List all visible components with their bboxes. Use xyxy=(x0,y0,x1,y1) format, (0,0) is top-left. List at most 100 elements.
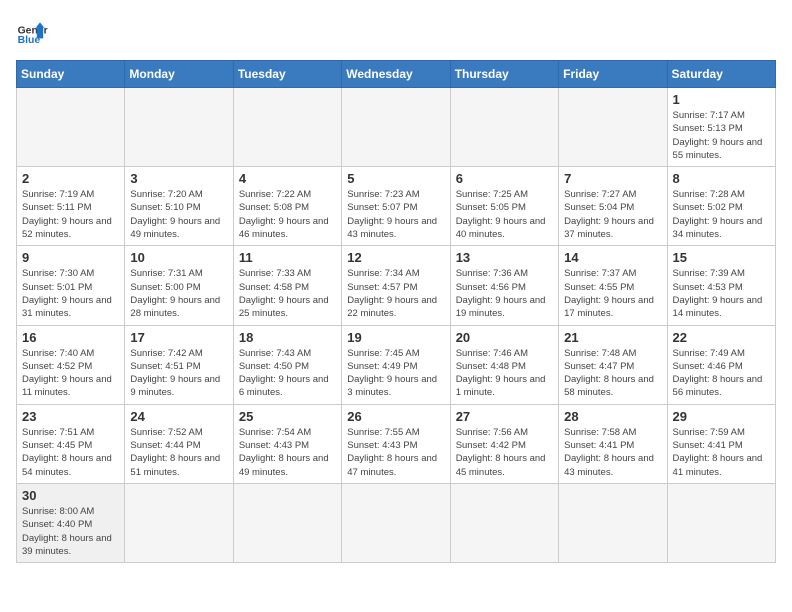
day-number: 10 xyxy=(130,250,227,265)
day-number: 25 xyxy=(239,409,336,424)
day-info: Sunrise: 7:39 AM Sunset: 4:53 PM Dayligh… xyxy=(673,267,770,320)
calendar-cell xyxy=(233,88,341,167)
calendar-cell xyxy=(342,483,450,562)
day-info: Sunrise: 7:25 AM Sunset: 5:05 PM Dayligh… xyxy=(456,188,553,241)
weekday-header-friday: Friday xyxy=(559,61,667,88)
day-info: Sunrise: 7:22 AM Sunset: 5:08 PM Dayligh… xyxy=(239,188,336,241)
day-info: Sunrise: 7:59 AM Sunset: 4:41 PM Dayligh… xyxy=(673,426,770,479)
day-number: 6 xyxy=(456,171,553,186)
calendar-cell: 16 Sunrise: 7:40 AM Sunset: 4:52 PM Dayli… xyxy=(17,325,125,404)
calendar-cell xyxy=(233,483,341,562)
day-info: Sunrise: 7:40 AM Sunset: 4:52 PM Dayligh… xyxy=(22,347,119,400)
calendar-cell: 22Sunrise: 7:49 AM Sunset: 4:46 PM Dayli… xyxy=(667,325,775,404)
calendar-cell: 2Sunrise: 7:19 AM Sunset: 5:11 PM Daylig… xyxy=(17,167,125,246)
day-info: Sunrise: 7:58 AM Sunset: 4:41 PM Dayligh… xyxy=(564,426,661,479)
day-info: Sunrise: 7:36 AM Sunset: 4:56 PM Dayligh… xyxy=(456,267,553,320)
day-number: 20 xyxy=(456,330,553,345)
day-info: Sunrise: 7:46 AM Sunset: 4:48 PM Dayligh… xyxy=(456,347,553,400)
calendar-week-6: 30 Sunrise: 8:00 AM Sunset: 4:40 PM Dayli… xyxy=(17,483,776,562)
calendar-week-1: 1 Sunrise: 7:17 AM Sunset: 5:13 PM Daylig… xyxy=(17,88,776,167)
day-number: 26 xyxy=(347,409,444,424)
day-info: Sunrise: 7:43 AM Sunset: 4:50 PM Dayligh… xyxy=(239,347,336,400)
day-info: Sunrise: 7:23 AM Sunset: 5:07 PM Dayligh… xyxy=(347,188,444,241)
calendar-cell xyxy=(559,483,667,562)
weekday-header-saturday: Saturday xyxy=(667,61,775,88)
calendar-cell: 21 Sunrise: 7:48 AM Sunset: 4:47 PM Dayli… xyxy=(559,325,667,404)
weekday-header-row: SundayMondayTuesdayWednesdayThursdayFrid… xyxy=(17,61,776,88)
calendar-cell: 19 Sunrise: 7:45 AM Sunset: 4:49 PM Dayli… xyxy=(342,325,450,404)
calendar-cell: 14 Sunrise: 7:37 AM Sunset: 4:55 PM Dayli… xyxy=(559,246,667,325)
day-info: Sunrise: 7:51 AM Sunset: 4:45 PM Dayligh… xyxy=(22,426,119,479)
weekday-header-tuesday: Tuesday xyxy=(233,61,341,88)
calendar-week-2: 2Sunrise: 7:19 AM Sunset: 5:11 PM Daylig… xyxy=(17,167,776,246)
calendar-cell xyxy=(450,483,558,562)
calendar-cell: 27 Sunrise: 7:56 AM Sunset: 4:42 PM Dayli… xyxy=(450,404,558,483)
day-number: 15 xyxy=(673,250,770,265)
day-info: Sunrise: 7:27 AM Sunset: 5:04 PM Dayligh… xyxy=(564,188,661,241)
calendar-cell: 29 Sunrise: 7:59 AM Sunset: 4:41 PM Dayli… xyxy=(667,404,775,483)
calendar-cell: 8Sunrise: 7:28 AM Sunset: 5:02 PM Daylig… xyxy=(667,167,775,246)
day-number: 3 xyxy=(130,171,227,186)
day-number: 18 xyxy=(239,330,336,345)
day-number: 28 xyxy=(564,409,661,424)
calendar-cell: 25 Sunrise: 7:54 AM Sunset: 4:43 PM Dayli… xyxy=(233,404,341,483)
day-number: 23 xyxy=(22,409,119,424)
calendar-cell: 9Sunrise: 7:30 AM Sunset: 5:01 PM Daylig… xyxy=(17,246,125,325)
calendar-cell: 10 Sunrise: 7:31 AM Sunset: 5:00 PM Dayli… xyxy=(125,246,233,325)
calendar-cell: 11Sunrise: 7:33 AM Sunset: 4:58 PM Dayli… xyxy=(233,246,341,325)
day-info: Sunrise: 7:30 AM Sunset: 5:01 PM Dayligh… xyxy=(22,267,119,320)
day-info: Sunrise: 7:45 AM Sunset: 4:49 PM Dayligh… xyxy=(347,347,444,400)
calendar-cell: 20 Sunrise: 7:46 AM Sunset: 4:48 PM Dayli… xyxy=(450,325,558,404)
day-info: Sunrise: 7:52 AM Sunset: 4:44 PM Dayligh… xyxy=(130,426,227,479)
day-info: Sunrise: 7:31 AM Sunset: 5:00 PM Dayligh… xyxy=(130,267,227,320)
day-number: 14 xyxy=(564,250,661,265)
day-number: 5 xyxy=(347,171,444,186)
calendar-week-5: 23 Sunrise: 7:51 AM Sunset: 4:45 PM Dayli… xyxy=(17,404,776,483)
day-info: Sunrise: 7:34 AM Sunset: 4:57 PM Dayligh… xyxy=(347,267,444,320)
day-number: 21 xyxy=(564,330,661,345)
day-info: Sunrise: 7:54 AM Sunset: 4:43 PM Dayligh… xyxy=(239,426,336,479)
calendar-cell xyxy=(450,88,558,167)
day-number: 29 xyxy=(673,409,770,424)
day-number: 12 xyxy=(347,250,444,265)
day-number: 7 xyxy=(564,171,661,186)
day-info: Sunrise: 7:28 AM Sunset: 5:02 PM Dayligh… xyxy=(673,188,770,241)
calendar-cell: 28 Sunrise: 7:58 AM Sunset: 4:41 PM Dayli… xyxy=(559,404,667,483)
calendar-week-4: 16 Sunrise: 7:40 AM Sunset: 4:52 PM Dayli… xyxy=(17,325,776,404)
calendar-cell xyxy=(342,88,450,167)
weekday-header-wednesday: Wednesday xyxy=(342,61,450,88)
day-info: Sunrise: 7:20 AM Sunset: 5:10 PM Dayligh… xyxy=(130,188,227,241)
day-number: 4 xyxy=(239,171,336,186)
weekday-header-thursday: Thursday xyxy=(450,61,558,88)
day-info: Sunrise: 7:55 AM Sunset: 4:43 PM Dayligh… xyxy=(347,426,444,479)
logo: General Blue xyxy=(16,16,48,48)
day-number: 24 xyxy=(130,409,227,424)
calendar-cell xyxy=(559,88,667,167)
day-number: 1 xyxy=(673,92,770,107)
day-number: 19 xyxy=(347,330,444,345)
calendar-cell: 17Sunrise: 7:42 AM Sunset: 4:51 PM Dayli… xyxy=(125,325,233,404)
calendar-cell: 15 Sunrise: 7:39 AM Sunset: 4:53 PM Dayli… xyxy=(667,246,775,325)
calendar-cell: 1 Sunrise: 7:17 AM Sunset: 5:13 PM Daylig… xyxy=(667,88,775,167)
page-header: General Blue xyxy=(16,16,776,48)
day-number: 27 xyxy=(456,409,553,424)
day-number: 16 xyxy=(22,330,119,345)
day-info: Sunrise: 7:56 AM Sunset: 4:42 PM Dayligh… xyxy=(456,426,553,479)
day-info: Sunrise: 7:37 AM Sunset: 4:55 PM Dayligh… xyxy=(564,267,661,320)
day-info: Sunrise: 7:48 AM Sunset: 4:47 PM Dayligh… xyxy=(564,347,661,400)
day-number: 30 xyxy=(22,488,119,503)
day-info: Sunrise: 7:17 AM Sunset: 5:13 PM Dayligh… xyxy=(673,109,770,162)
calendar-cell: 7 Sunrise: 7:27 AM Sunset: 5:04 PM Daylig… xyxy=(559,167,667,246)
day-info: Sunrise: 8:00 AM Sunset: 4:40 PM Dayligh… xyxy=(22,505,119,558)
calendar-cell: 5 Sunrise: 7:23 AM Sunset: 5:07 PM Daylig… xyxy=(342,167,450,246)
calendar-cell: 4 Sunrise: 7:22 AM Sunset: 5:08 PM Daylig… xyxy=(233,167,341,246)
day-number: 2 xyxy=(22,171,119,186)
calendar-cell: 13Sunrise: 7:36 AM Sunset: 4:56 PM Dayli… xyxy=(450,246,558,325)
logo-icon: General Blue xyxy=(16,16,48,48)
day-info: Sunrise: 7:42 AM Sunset: 4:51 PM Dayligh… xyxy=(130,347,227,400)
calendar-cell xyxy=(667,483,775,562)
calendar-cell: 12 Sunrise: 7:34 AM Sunset: 4:57 PM Dayli… xyxy=(342,246,450,325)
calendar-cell: 30 Sunrise: 8:00 AM Sunset: 4:40 PM Dayli… xyxy=(17,483,125,562)
calendar-cell: 26 Sunrise: 7:55 AM Sunset: 4:43 PM Dayli… xyxy=(342,404,450,483)
calendar-cell: 3 Sunrise: 7:20 AM Sunset: 5:10 PM Daylig… xyxy=(125,167,233,246)
